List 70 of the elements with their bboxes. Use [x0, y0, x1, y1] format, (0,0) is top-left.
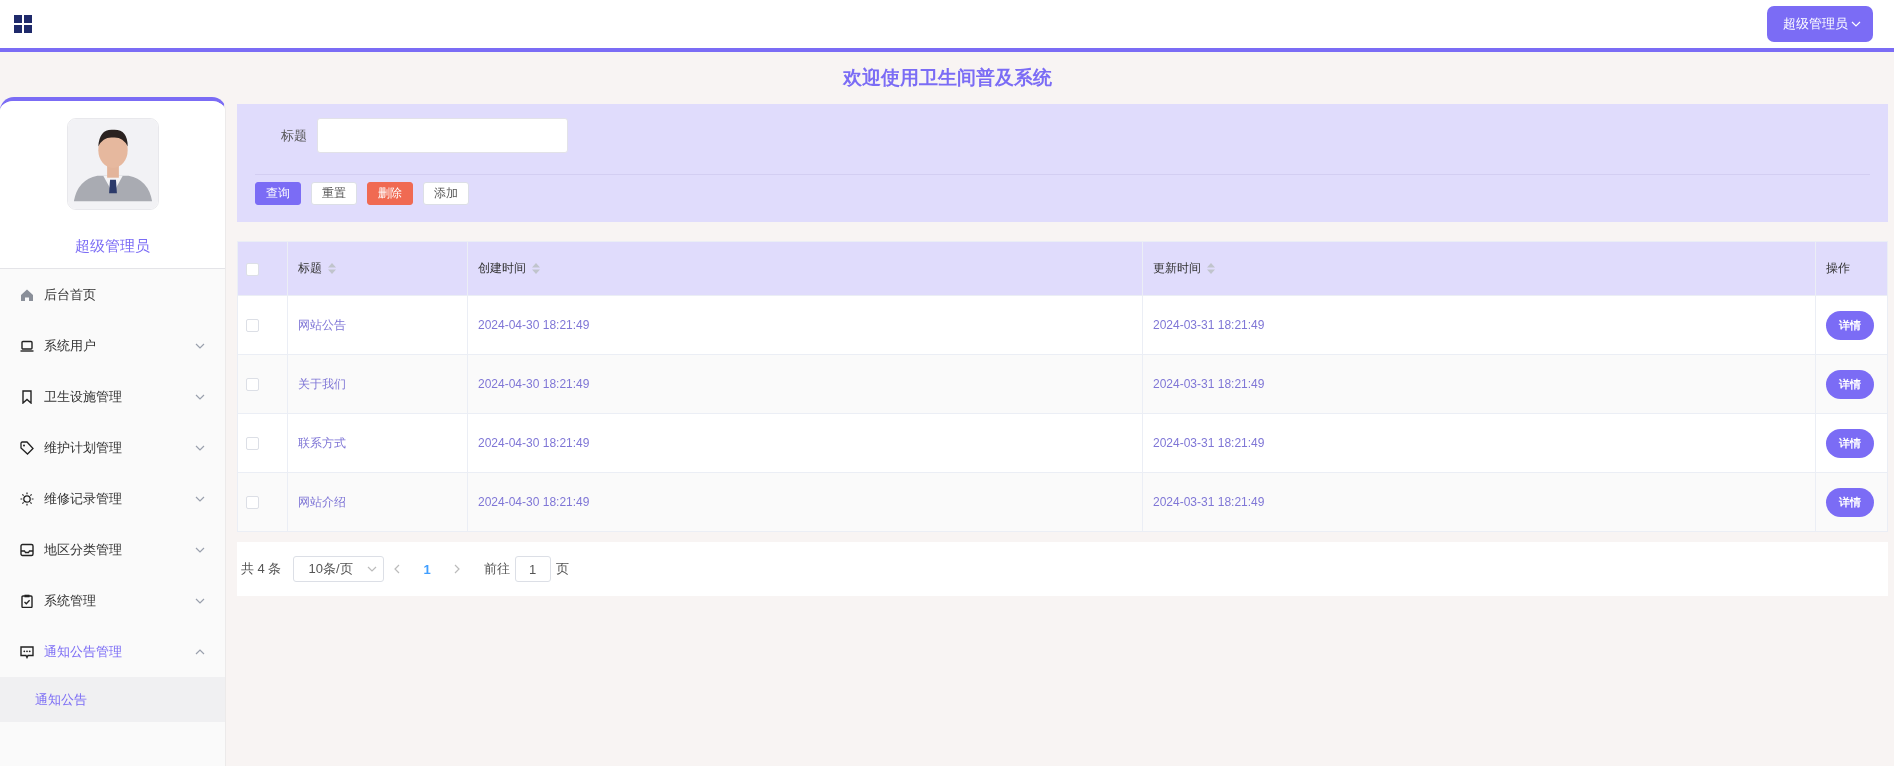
- inbox-icon: [20, 542, 34, 557]
- checkbox[interactable]: [246, 378, 259, 392]
- page-size-select[interactable]: 10条/页: [293, 556, 385, 582]
- reset-button[interactable]: 重置: [311, 182, 357, 205]
- sidebar-subitem[interactable]: 通知公告: [0, 677, 225, 722]
- chevron-down-icon: [195, 546, 205, 553]
- table-cell: 联系方式: [298, 435, 346, 450]
- details-button[interactable]: 详情: [1826, 369, 1874, 399]
- table-cell: 2024-03-31 18:21:49: [1153, 495, 1265, 509]
- sidebar-item[interactable]: 维护计划管理: [0, 422, 225, 473]
- checkbox[interactable]: [246, 319, 259, 333]
- sidebar-item[interactable]: 地区分类管理: [0, 524, 225, 575]
- home-icon: [20, 287, 34, 302]
- previous-page-icon[interactable]: [394, 564, 401, 574]
- caret-icon: [1851, 21, 1861, 27]
- sun-icon: [20, 491, 34, 506]
- column-header: 标题: [298, 260, 322, 277]
- user-name: 超级管理员: [75, 237, 150, 256]
- checkbox[interactable]: [246, 496, 259, 510]
- table-cell: 网站公告: [298, 317, 346, 332]
- caret-icon: [367, 566, 378, 572]
- table-cell: 2024-04-30 18:21:49: [478, 495, 590, 509]
- input-field[interactable]: [317, 118, 568, 153]
- field-label: 标题: [280, 126, 307, 145]
- sort-icon[interactable]: [532, 263, 540, 274]
- chevron-down-icon: [195, 393, 205, 400]
- sidebar-item[interactable]: 系统用户: [0, 320, 225, 371]
- chevron-down-icon: [195, 342, 205, 349]
- chevron-up-icon: [195, 648, 205, 655]
- grid-icon[interactable]: [14, 15, 32, 33]
- bookmark-icon: [20, 389, 34, 404]
- sort-icon[interactable]: [328, 263, 336, 274]
- checkbox[interactable]: [246, 262, 259, 276]
- details-button[interactable]: 详情: [1826, 487, 1874, 517]
- sort-icon[interactable]: [1207, 263, 1215, 274]
- sidebar-item[interactable]: 系统管理: [0, 575, 225, 626]
- table-cell: 2024-04-30 18:21:49: [478, 377, 590, 391]
- table-cell: 关于我们: [298, 376, 346, 391]
- user-menu-button[interactable]: 超级管理员: [1767, 6, 1873, 42]
- goto-label: 前往: [483, 560, 510, 578]
- search-button[interactable]: 查询: [255, 182, 301, 205]
- table-cell: 网站介绍: [298, 494, 346, 509]
- table-cell: 2024-04-30 18:21:49: [478, 318, 590, 332]
- laptop-icon: [20, 338, 34, 353]
- checkbox[interactable]: [246, 437, 259, 451]
- column-header: 更新时间: [1153, 260, 1201, 277]
- chevron-down-icon: [195, 495, 205, 502]
- tag-icon: [20, 440, 34, 455]
- add-button[interactable]: 添加: [423, 182, 469, 205]
- sidebar-item[interactable]: 后台首页: [0, 269, 225, 320]
- details-button[interactable]: 详情: [1826, 310, 1874, 340]
- sidebar-item[interactable]: 卫生设施管理: [0, 371, 225, 422]
- column-header: 操作: [1826, 260, 1850, 277]
- page-title: 欢迎使用卫生间普及系统: [842, 66, 1052, 90]
- table-cell: 2024-03-31 18:21:49: [1153, 377, 1265, 391]
- chat-icon: [20, 644, 34, 659]
- chevron-down-icon: [195, 597, 205, 604]
- details-button[interactable]: 详情: [1826, 428, 1874, 458]
- table-cell: 2024-03-31 18:21:49: [1153, 318, 1265, 332]
- total-count: 共 4 条: [241, 560, 282, 578]
- sidebar-item[interactable]: 通知公告管理: [0, 626, 225, 677]
- clipboard-icon: [20, 593, 34, 608]
- chevron-down-icon: [195, 444, 205, 451]
- page-input[interactable]: 1: [514, 556, 551, 582]
- table-cell: 2024-03-31 18:21:49: [1153, 436, 1265, 450]
- next-page-icon[interactable]: [453, 564, 460, 574]
- sidebar-item[interactable]: 维修记录管理: [0, 473, 225, 524]
- table-cell: 2024-04-30 18:21:49: [478, 436, 590, 450]
- column-header: 创建时间: [478, 260, 526, 277]
- page-suffix: 页: [555, 560, 569, 578]
